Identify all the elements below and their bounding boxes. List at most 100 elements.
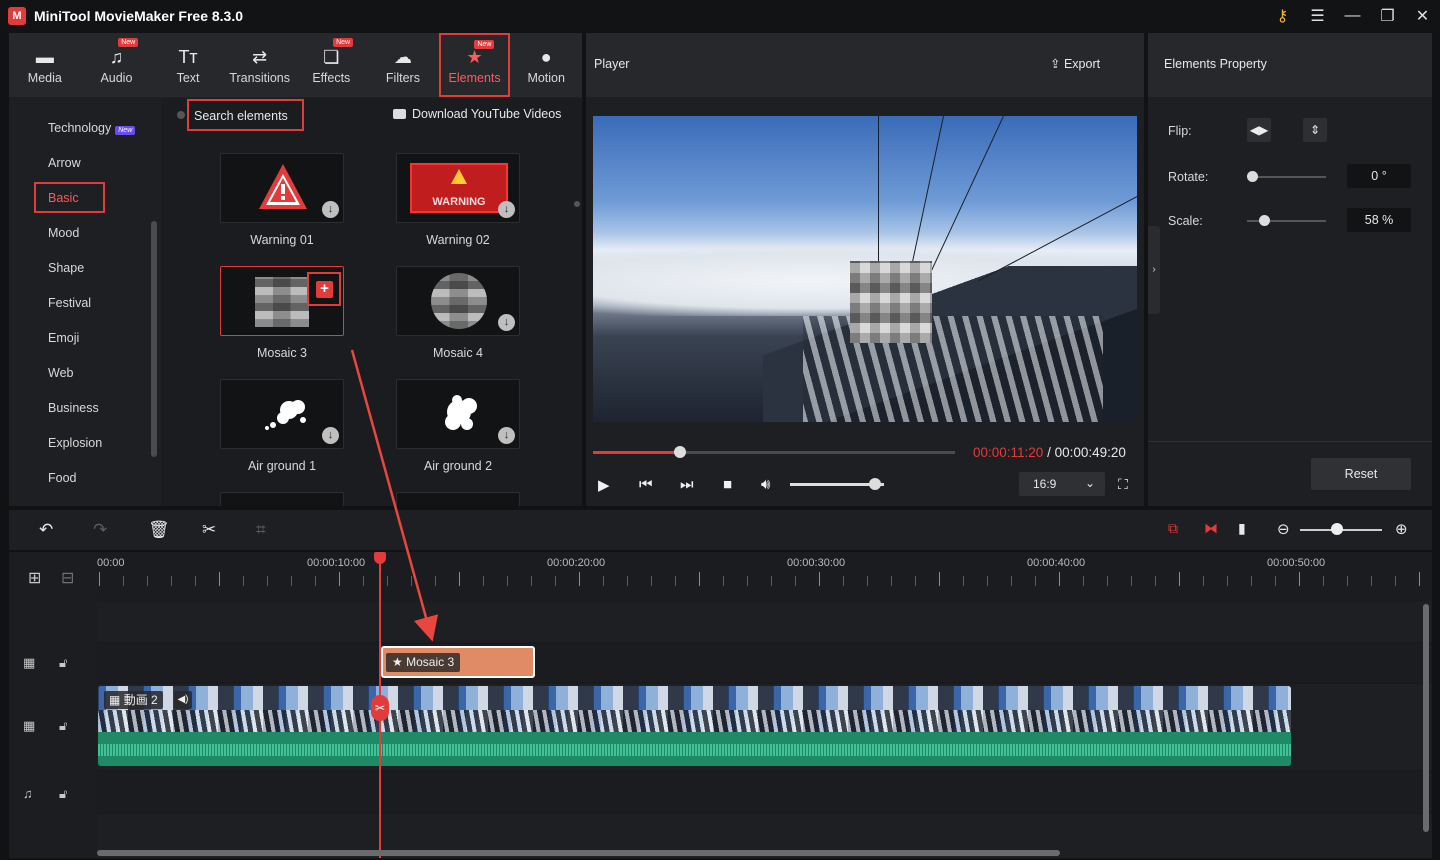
elements-grid: Search elements Download YouTube Videos …	[161, 99, 582, 506]
download-icon[interactable]: ↓	[498, 201, 515, 218]
video-clip[interactable]: ▦ 動画 2 ◀)	[98, 686, 1291, 766]
rotate-value[interactable]: 0 °	[1347, 164, 1411, 188]
category-scrollbar[interactable]	[151, 221, 157, 457]
element-card-partial[interactable]	[220, 492, 344, 506]
rotate-slider[interactable]	[1247, 176, 1326, 178]
aspect-ratio-select[interactable]: 16:9 ⌄	[1019, 472, 1105, 496]
clip-label: ★ Mosaic 3	[386, 653, 461, 672]
snap-icon[interactable]: ⧉	[1168, 520, 1178, 537]
download-icon[interactable]: ↓	[498, 427, 515, 444]
zoom-handle[interactable]	[1330, 523, 1343, 535]
track-empty[interactable]	[97, 602, 1432, 642]
export-icon: ⇪	[1050, 57, 1061, 71]
flip-vertical-icon[interactable]: ⇕	[1303, 118, 1327, 142]
stop-icon[interactable]: ■	[723, 476, 732, 493]
zoom-in-icon[interactable]: ⊕	[1395, 520, 1408, 538]
ruler-tick	[1179, 572, 1180, 586]
tab-motion[interactable]: ● Motion	[510, 33, 582, 97]
timeline-horizontal-scrollbar[interactable]	[97, 850, 1060, 856]
playhead-handle[interactable]	[374, 552, 386, 564]
category-emoji[interactable]: Emoji	[48, 331, 79, 345]
category-basic[interactable]: Basic	[34, 182, 105, 213]
ruler-label: 00:00:30:00	[787, 557, 846, 569]
scale-handle[interactable]	[1258, 215, 1270, 226]
delete-icon[interactable]: 🗑︎	[148, 520, 170, 540]
fit-timeline-icon[interactable]: ▮	[1238, 520, 1246, 537]
redo-icon[interactable]: ↷	[93, 520, 107, 540]
track-audio[interactable]	[97, 772, 1432, 812]
progress-handle[interactable]	[673, 446, 686, 458]
maximize-icon[interactable]: ❐	[1370, 6, 1405, 26]
tab-text[interactable]: Tт Text	[152, 33, 224, 97]
element-card-air-ground-2[interactable]: ↓	[396, 379, 520, 449]
play-icon[interactable]: ▶	[598, 476, 610, 494]
key-icon[interactable]: ⚷	[1265, 6, 1300, 26]
scale-value[interactable]: 58 %	[1347, 208, 1411, 232]
time-ruler[interactable]: 00:00 00:00:10:00 00:00:20:00 00:00:30:0…	[97, 552, 1432, 602]
crop-icon[interactable]: ⌗	[256, 520, 266, 540]
tab-media[interactable]: ▬ Media	[9, 33, 81, 97]
download-icon[interactable]: ↓	[498, 314, 515, 331]
download-icon[interactable]: ↓	[322, 201, 339, 218]
flip-horizontal-icon[interactable]: ◀▶	[1247, 118, 1271, 142]
reset-button[interactable]: Reset	[1311, 458, 1411, 490]
lock-icon[interactable]: 🔓︎	[59, 655, 67, 671]
category-arrow[interactable]: Arrow	[48, 156, 81, 170]
tab-audio[interactable]: New ♫ Audio	[81, 33, 153, 97]
close-icon[interactable]: ✕	[1405, 6, 1440, 26]
split-icon[interactable]: ✂	[202, 520, 216, 540]
playback-progress-bar[interactable]	[593, 446, 955, 458]
split-audio-icon[interactable]: ⧓	[1204, 520, 1218, 537]
timeline-vertical-scrollbar[interactable]	[1423, 604, 1429, 832]
export-button[interactable]: ⇪ Export	[1050, 56, 1100, 71]
volume-icon[interactable]: 🔊︎	[761, 476, 770, 493]
mosaic-element-overlay[interactable]	[850, 261, 932, 343]
category-business[interactable]: Business	[48, 401, 99, 415]
next-frame-icon[interactable]: ⏭	[680, 476, 694, 493]
youtube-icon	[393, 109, 406, 119]
lock-icon[interactable]: 🔓︎	[59, 786, 67, 802]
tab-effects[interactable]: New ❏ Effects	[296, 33, 368, 97]
zoom-out-icon[interactable]: ⊖	[1277, 520, 1290, 538]
element-card-partial[interactable]	[396, 492, 520, 506]
tab-transitions[interactable]: ⇄ Transitions	[224, 33, 296, 97]
ruler-tick	[987, 576, 988, 586]
download-icon[interactable]: ↓	[322, 427, 339, 444]
category-technology[interactable]: Technology New	[48, 121, 136, 135]
category-explosion[interactable]: Explosion	[48, 436, 102, 450]
category-food[interactable]: Food	[48, 471, 77, 485]
panel-resize-handle[interactable]	[574, 201, 580, 207]
volume-handle[interactable]	[868, 478, 881, 490]
tab-label: Media	[27, 70, 62, 85]
previous-frame-icon[interactable]: ⏮	[639, 476, 653, 493]
category-shape[interactable]: Shape	[48, 261, 84, 275]
video-preview[interactable]	[593, 116, 1137, 422]
collapse-panel-handle[interactable]: ›	[1148, 226, 1160, 314]
element-clip-mosaic-3[interactable]: ★ Mosaic 3	[381, 646, 535, 678]
element-card-air-ground-1[interactable]: ↓	[220, 379, 344, 449]
speaker-icon[interactable]: ◀)	[174, 691, 192, 709]
category-web[interactable]: Web	[48, 366, 73, 380]
tab-elements[interactable]: New ★ Elements	[438, 33, 511, 97]
search-input[interactable]: Search elements	[187, 99, 304, 131]
minimize-icon[interactable]: —	[1335, 7, 1370, 25]
rotate-handle[interactable]	[1247, 171, 1258, 182]
add-to-timeline-button[interactable]: +	[307, 272, 341, 306]
scissors-icon[interactable]: ✂	[371, 695, 389, 721]
fullscreen-icon[interactable]: ⛶	[1118, 476, 1128, 493]
category-festival[interactable]: Festival	[48, 296, 91, 310]
element-card-mosaic-4[interactable]: ↓	[396, 266, 520, 336]
download-youtube-link[interactable]: Download YouTube Videos	[393, 107, 561, 121]
element-card-warning-01[interactable]: ↓	[220, 153, 344, 223]
ruler-tick	[483, 576, 484, 586]
remove-track-icon[interactable]: ⊟	[61, 568, 74, 588]
undo-icon[interactable]: ↶	[39, 520, 53, 540]
ruler-label: 00:00:40:00	[1027, 557, 1086, 569]
category-mood[interactable]: Mood	[48, 226, 79, 240]
lock-icon[interactable]: 🔓︎	[59, 718, 67, 734]
add-track-icon[interactable]: ⊞	[28, 568, 41, 588]
tab-filters[interactable]: ☁ Filters	[367, 33, 439, 97]
track-elements[interactable]	[97, 644, 1432, 682]
element-card-warning-02[interactable]: WARNING ↓	[396, 153, 520, 223]
menu-icon[interactable]: ☰	[1300, 6, 1335, 26]
